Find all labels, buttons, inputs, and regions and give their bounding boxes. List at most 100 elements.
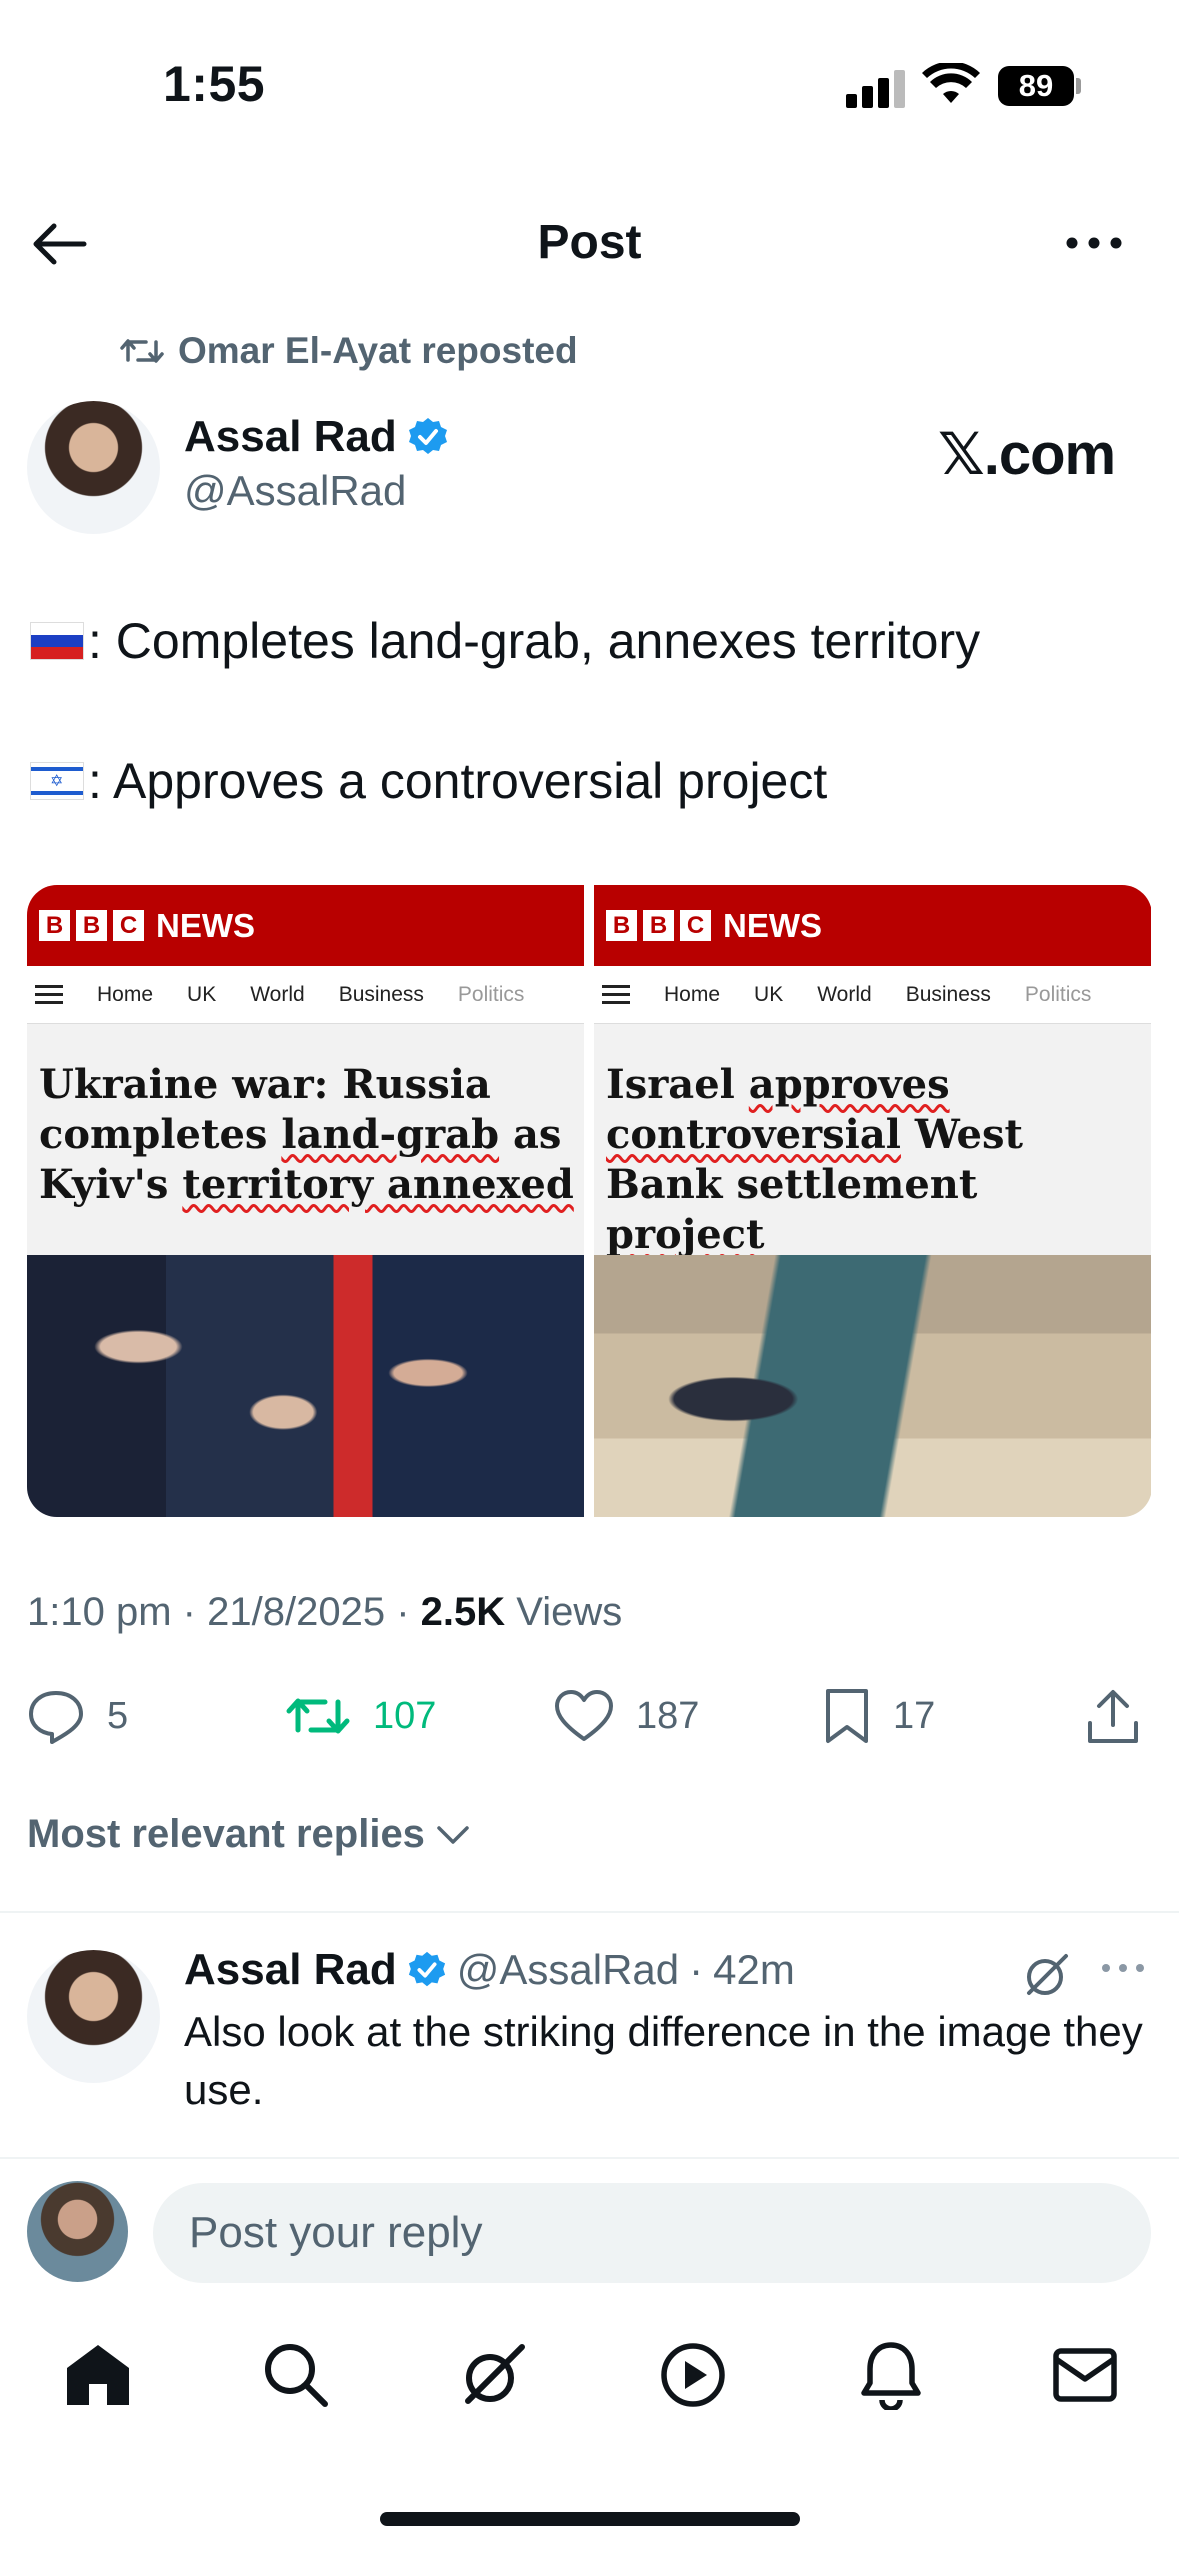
verified-badge-icon (408, 418, 447, 454)
bbc-news-label: NEWS (723, 906, 822, 944)
bbc-logo-letter: C (680, 910, 711, 941)
bbc-nav-item: Home (97, 982, 154, 1006)
israel-flag-icon: ✡ (30, 762, 84, 800)
tab-search[interactable] (251, 2330, 341, 2420)
repost-icon (286, 1698, 350, 1734)
tweet-line-1-text: : Completes land-grab, annexes territory (88, 613, 981, 669)
repost-icon (120, 339, 164, 363)
bbc-nav-item: Home (664, 982, 721, 1006)
heart-icon (555, 1690, 613, 1741)
bookmark-button[interactable]: 17 (823, 1685, 935, 1747)
bell-icon (861, 2342, 921, 2410)
bbc-nav: Home UK World Business Politics (27, 966, 584, 1024)
bbc-nav-item: Politics (1024, 982, 1092, 1006)
action-bar: 5 107 187 17 (27, 1685, 1152, 1747)
reply-author-name: Assal Rad (184, 1945, 397, 1994)
bbc-header: B B C NEWS (27, 885, 584, 966)
replies-sort-label: Most relevant replies (27, 1812, 425, 1856)
bbc-nav-item: Business (338, 982, 424, 1006)
author-name-row[interactable]: Assal Rad (184, 412, 449, 462)
meta-separator: · (182, 1590, 196, 1634)
reply-avatar[interactable] (27, 1950, 160, 2083)
bbc-news-label: NEWS (156, 906, 255, 944)
meta-separator: · (689, 1946, 704, 1993)
reply-icon (29, 1691, 83, 1744)
home-indicator (380, 2512, 800, 2526)
repost-button[interactable]: 107 (285, 1685, 436, 1747)
media-card-right[interactable]: B B C NEWS Home UK World Business Politi… (594, 885, 1151, 1517)
author-avatar[interactable] (27, 401, 160, 534)
replies-sort-dropdown[interactable]: Most relevant replies (27, 1812, 471, 1857)
post-date: 21/8/2025 (207, 1590, 386, 1634)
cellular-signal-icon (846, 68, 906, 108)
tab-notifications[interactable] (846, 2330, 936, 2420)
media-card-left[interactable]: B B C NEWS Home UK World Business Politi… (27, 885, 584, 1517)
reply-button[interactable]: 5 (27, 1685, 128, 1747)
repost-attribution[interactable]: Omar El-Ayat reposted (120, 330, 578, 372)
tab-grok[interactable] (449, 2330, 539, 2420)
menu-icon (602, 984, 630, 1005)
reply-input[interactable]: Post your reply (153, 2183, 1151, 2283)
media-grid[interactable]: B B C NEWS Home UK World Business Politi… (27, 885, 1152, 1517)
battery-indicator: 89 (998, 66, 1074, 106)
repost-text: Omar El-Ayat reposted (178, 330, 578, 371)
headline-right: Israel approves controversial West Bank … (606, 1061, 1023, 1258)
views-count: 2.5K (420, 1590, 506, 1634)
reply-count: 5 (107, 1694, 129, 1737)
post-meta: 1:10 pm · 21/8/2025 · 2.5K Views (27, 1590, 622, 1635)
play-circle-icon (661, 2343, 725, 2407)
like-button[interactable]: 187 (554, 1685, 699, 1747)
tab-messages[interactable] (1040, 2330, 1130, 2420)
reply-more-button[interactable] (1100, 1958, 1146, 1983)
bbc-nav: Home UK World Business Politics (594, 966, 1151, 1024)
tweet-line-2-text: : Approves a controversial project (88, 753, 828, 809)
bbc-nav-item: UK (754, 982, 784, 1006)
grok-button[interactable] (1020, 1948, 1074, 2007)
menu-icon (35, 984, 63, 1005)
more-options-button[interactable] (1062, 226, 1126, 260)
more-horizontal-icon (1066, 237, 1122, 249)
bbc-logo-letter: B (643, 910, 674, 941)
reply-time: 42m (713, 1946, 795, 1993)
tweet-line-1: : Completes land-grab, annexes territory (30, 612, 980, 670)
current-user-avatar[interactable] (27, 2181, 128, 2282)
like-count: 187 (636, 1694, 700, 1737)
author-handle[interactable]: @AssalRad (184, 467, 406, 515)
views-label: Views (516, 1590, 623, 1634)
bbc-logo-letter: B (606, 910, 637, 941)
reply-handle: @AssalRad (456, 1946, 680, 1993)
verified-badge-icon (408, 1951, 445, 1987)
x-com-watermark: 𝕏.com (938, 422, 1116, 487)
grok-icon (465, 2344, 525, 2404)
status-time: 1:55 (163, 56, 266, 112)
grok-icon (1027, 1954, 1068, 1995)
home-icon (67, 2345, 129, 2405)
post-time: 1:10 pm (27, 1590, 172, 1634)
tab-home[interactable] (53, 2330, 143, 2420)
repost-count: 107 (373, 1694, 437, 1737)
author-name: Assal Rad (184, 412, 397, 461)
photo-map-presentation (594, 1255, 1151, 1517)
bookmark-count: 17 (893, 1694, 936, 1737)
mail-icon (1053, 2348, 1117, 2402)
wifi-icon (922, 61, 980, 112)
headline-left: Ukraine war: Russia completes land-grab … (39, 1061, 574, 1208)
share-icon (1088, 1690, 1138, 1743)
divider (0, 2157, 1179, 2159)
search-icon (265, 2344, 328, 2407)
share-button[interactable] (1085, 1685, 1141, 1747)
bookmark-icon (826, 1689, 868, 1743)
bbc-logo-letter: B (39, 910, 70, 941)
tweet-line-2: ✡ : Approves a controversial project (30, 752, 827, 810)
tab-videos[interactable] (648, 2330, 738, 2420)
bbc-logo-letter: C (113, 910, 144, 941)
reply-header[interactable]: Assal Rad @AssalRad · 42m (184, 1945, 795, 1995)
page-title: Post (537, 216, 642, 269)
chevron-down-icon (437, 1825, 469, 1844)
bbc-nav-item: World (817, 982, 872, 1006)
bbc-nav-item: World (250, 982, 305, 1006)
bbc-nav-item: UK (187, 982, 217, 1006)
reply-text: Also look at the striking difference in … (184, 2008, 1143, 2113)
divider (0, 1911, 1179, 1913)
more-horizontal-icon (1102, 1964, 1144, 1972)
